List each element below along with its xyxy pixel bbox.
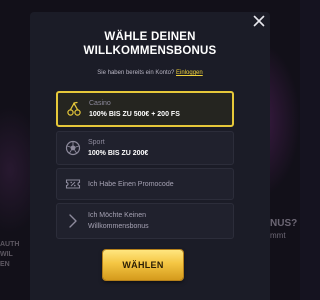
option-text: Ich Habe Einen Promocode	[88, 181, 174, 188]
modal-title-line: WÄHLE DEINEN	[104, 31, 196, 43]
option-text: Willkommensbonus	[88, 223, 149, 230]
cherries-icon	[67, 101, 81, 116]
modal-title-line: WILLKOMMENSBONUS	[83, 45, 217, 57]
soccer-ball-icon	[65, 140, 81, 156]
background-text-line: mmt	[270, 231, 286, 240]
bonus-option-promocode[interactable]: Ich Habe Einen Promocode	[56, 168, 234, 200]
bonus-option-no-bonus[interactable]: Ich Möchte Keinen Willkommensbonus	[56, 203, 234, 239]
bonus-option-sport[interactable]: Sport 100% BIS ZU 200€	[56, 131, 234, 165]
login-link[interactable]: Einloggen	[176, 70, 203, 76]
background-text-line: AUTH	[0, 241, 20, 248]
login-prompt-text: Sie haben bereits ein Konto?	[97, 70, 175, 76]
option-text: Ich Möchte Keinen	[88, 212, 146, 219]
modal-title: WÄHLE DEINEN WILLKOMMENSBONUS	[30, 30, 270, 58]
close-icon	[253, 15, 265, 27]
option-label: Sport	[88, 139, 105, 146]
close-button[interactable]	[250, 12, 268, 30]
option-value: 100% BIS ZU 200€	[88, 150, 149, 157]
choose-button-label: WÄHLEN	[122, 260, 164, 270]
login-prompt: Sie haben bereits ein Konto? Einloggen	[30, 70, 270, 76]
chevron-right-icon	[69, 214, 77, 228]
background-text-line: NUS?	[270, 218, 298, 229]
option-value: 100% BIS ZU 500€ + 200 FS	[89, 111, 180, 118]
choose-button[interactable]: WÄHLEN	[103, 250, 183, 280]
background-text-line: WIL	[0, 251, 13, 258]
ticket-percent-icon	[65, 179, 81, 189]
background-text-line: EN	[0, 261, 10, 268]
bonus-option-casino[interactable]: Casino 100% BIS ZU 500€ + 200 FS	[56, 91, 234, 127]
background-text-left: AUTH WIL EN	[0, 240, 30, 270]
background-text-right: NUS? mmt	[270, 218, 300, 242]
option-label: Casino	[89, 100, 111, 107]
